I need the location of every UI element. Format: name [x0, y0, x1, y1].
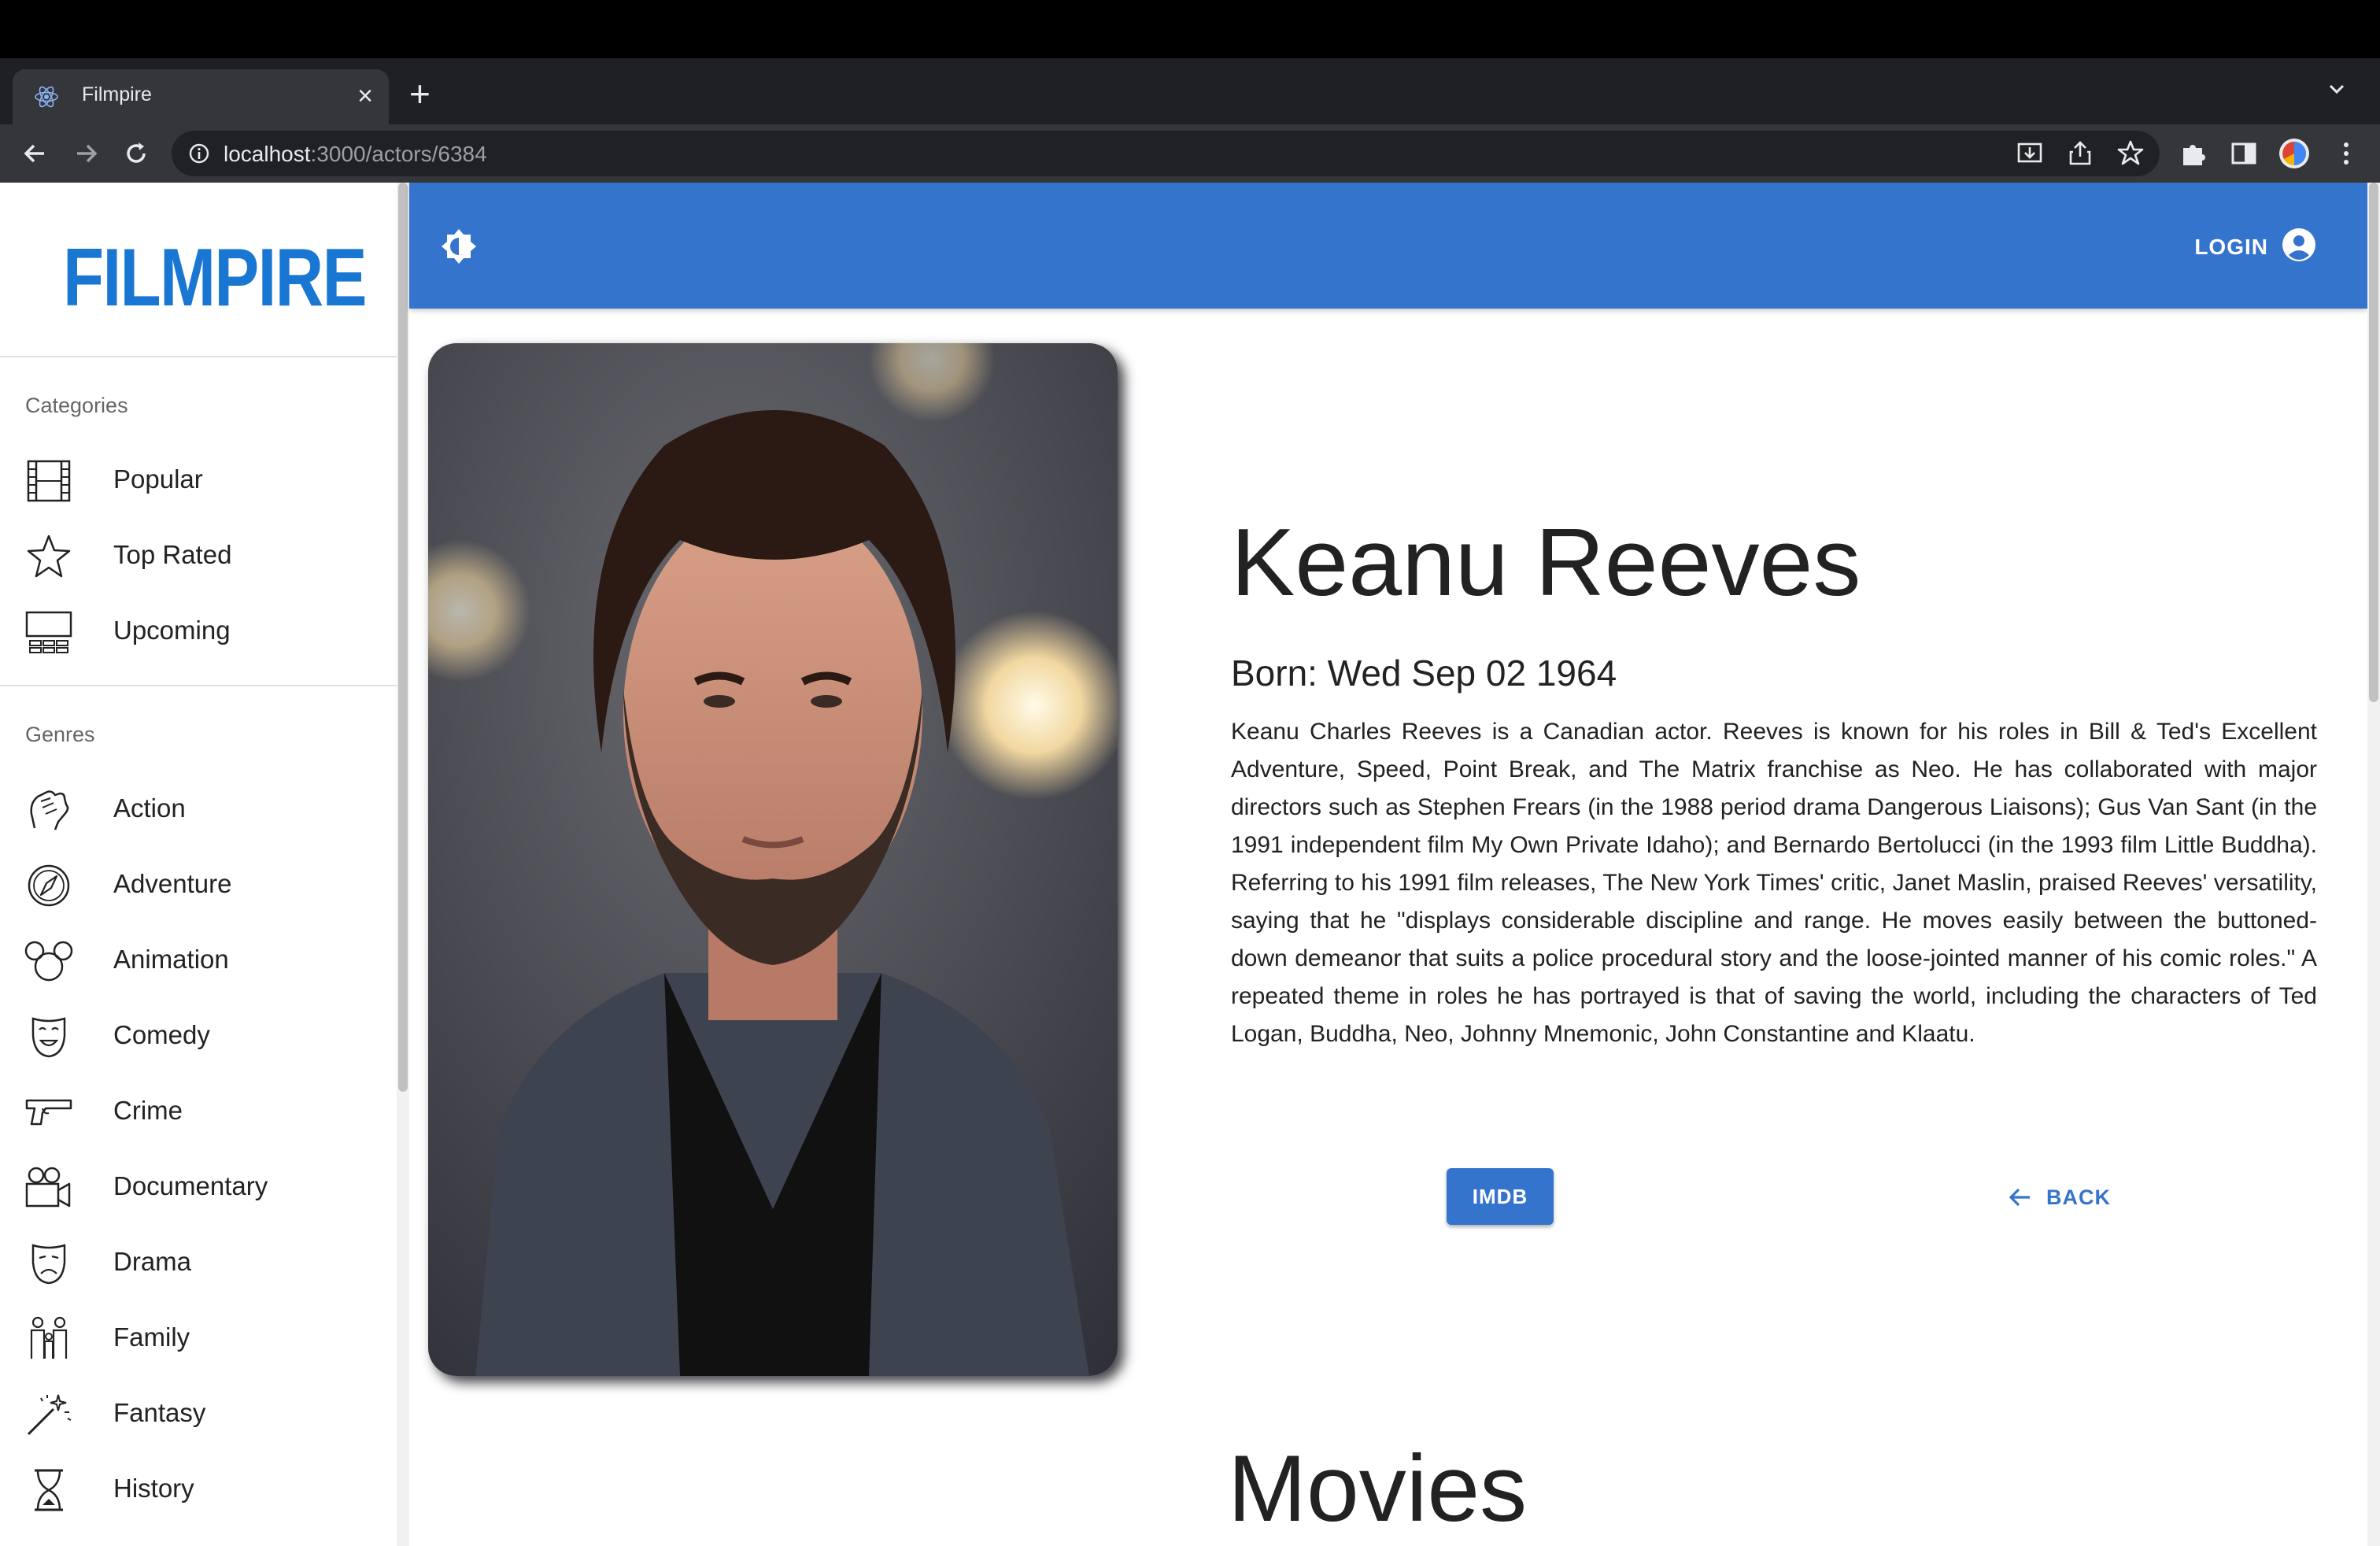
tab-search-chevron-icon[interactable] [2325, 77, 2349, 101]
back-label: BACK [2046, 1185, 2111, 1209]
star-icon [27, 534, 71, 578]
sidebar-item-label: Family [113, 1322, 190, 1352]
compass-icon [28, 864, 70, 907]
cinema-screen-icon [25, 611, 72, 653]
extensions-puzzle-icon[interactable] [2177, 137, 2210, 170]
sidebar-item-popular[interactable]: Popular [0, 442, 397, 518]
arrow-back-icon [2009, 1188, 2030, 1207]
back-button[interactable]: BACK [1991, 1168, 2125, 1225]
brightness-toggle-icon[interactable] [439, 227, 479, 266]
tab-title: Filmpire [82, 83, 152, 105]
forward-arrow-icon[interactable] [68, 135, 104, 172]
sidebar-item-label: Top Rated [113, 540, 232, 569]
sidebar-divider [0, 685, 397, 686]
categories-header: Categories [25, 394, 128, 417]
sidebar-item-label: Documentary [113, 1171, 268, 1200]
side-panel-icon[interactable] [2227, 137, 2260, 170]
sidebar-item-label: Crime [113, 1096, 183, 1125]
comedy-mask-icon [31, 1017, 66, 1058]
sidebar: FILMPIRE Categories Popular Top Rated Up… [0, 183, 397, 1546]
sidebar-item-upcoming[interactable]: Upcoming [0, 594, 397, 669]
actor-name: Keanu Reeves [1231, 509, 1861, 616]
movies-heading: Movies [1228, 1436, 1528, 1541]
sidebar-item-adventure[interactable]: Adventure [0, 847, 397, 923]
mouse-ears-icon [24, 941, 73, 982]
actor-biography: Keanu Charles Reeves is a Canadian actor… [1231, 719, 2317, 1047]
sidebar-item-label: Adventure [113, 869, 232, 898]
sidebar-item-documentary[interactable]: Documentary [0, 1149, 397, 1225]
movie-camera-icon [25, 1167, 71, 1208]
sidebar-divider [0, 356, 397, 357]
sidebar-item-family[interactable]: Family [0, 1300, 397, 1376]
sidebar-item-comedy[interactable]: Comedy [0, 998, 397, 1074]
sidebar-item-top-rated[interactable]: Top Rated [0, 518, 397, 594]
main-scrollbar[interactable] [2367, 183, 2380, 1546]
os-menu-bar [0, 0, 2380, 58]
sidebar-item-label: Action [113, 793, 186, 823]
actor-photo [428, 343, 1118, 1376]
sidebar-item-history[interactable]: History [0, 1452, 397, 1527]
sidebar-item-label: Popular [113, 464, 203, 494]
browser-tab[interactable]: Filmpire × [13, 69, 389, 124]
browser-toolbar: localhost:3000/actors/6384 [0, 124, 2380, 183]
film-strip-icon [27, 460, 71, 502]
tab-close-icon[interactable]: × [357, 80, 373, 112]
genres-header: Genres [25, 723, 95, 746]
address-bar[interactable]: localhost:3000/actors/6384 [172, 131, 2160, 176]
sidebar-item-label: Animation [113, 945, 229, 974]
share-icon[interactable] [2064, 137, 2097, 170]
main-scrollbar-thumb[interactable] [2369, 183, 2378, 702]
install-app-icon[interactable] [2013, 137, 2046, 170]
main-content: LOGIN Keanu Reeves Born: Wed Sep 02 1964… [409, 183, 2367, 1546]
sidebar-item-label: Comedy [113, 1020, 210, 1049]
pistol-icon [25, 1099, 72, 1126]
imdb-button[interactable]: IMDB [1447, 1168, 1554, 1225]
family-icon [30, 1316, 68, 1359]
hourglass-icon [35, 1469, 63, 1511]
browser-tab-strip: Filmpire × + [0, 58, 2380, 124]
url-path: :3000/actors/6384 [310, 142, 487, 166]
sidebar-scrollbar-thumb[interactable] [398, 183, 408, 1092]
sidebar-item-label: Fantasy [113, 1398, 206, 1427]
sidebar-item-drama[interactable]: Drama [0, 1225, 397, 1300]
site-info-icon[interactable] [187, 142, 211, 165]
profile-avatar-icon[interactable] [2278, 137, 2311, 170]
actor-birthday: Born: Wed Sep 02 1964 [1231, 653, 1617, 693]
magic-wand-icon [27, 1394, 72, 1436]
back-arrow-icon[interactable] [17, 135, 54, 172]
sidebar-item-label: Upcoming [113, 616, 231, 645]
actor-portrait-image [428, 343, 1118, 1376]
sidebar-item-label: Drama [113, 1247, 192, 1276]
fist-icon [30, 790, 69, 830]
sidebar-item-animation[interactable]: Animation [0, 923, 397, 998]
filmpire-logo[interactable]: FILMPIRE [63, 231, 367, 325]
sidebar-item-label: History [113, 1474, 194, 1503]
url-text: localhost:3000/actors/6384 [224, 142, 487, 167]
url-host: localhost [224, 142, 311, 166]
sidebar-item-crime[interactable]: Crime [0, 1074, 397, 1149]
app-bar: LOGIN [409, 183, 2367, 309]
login-label: LOGIN [2194, 235, 2268, 259]
account-circle-icon [2282, 228, 2315, 261]
sidebar-item-action[interactable]: Action [0, 771, 397, 847]
sidebar-scrollbar[interactable] [397, 183, 409, 1546]
web-page: FILMPIRE Categories Popular Top Rated Up… [0, 183, 2380, 1546]
browser-menu-icon[interactable] [2330, 137, 2363, 170]
reload-icon[interactable] [118, 135, 154, 172]
new-tab-button[interactable]: + [409, 74, 431, 113]
bookmark-star-icon[interactable] [2114, 137, 2147, 170]
drama-mask-icon [31, 1244, 66, 1285]
react-favicon-icon [35, 86, 58, 108]
sidebar-item-fantasy[interactable]: Fantasy [0, 1376, 397, 1452]
